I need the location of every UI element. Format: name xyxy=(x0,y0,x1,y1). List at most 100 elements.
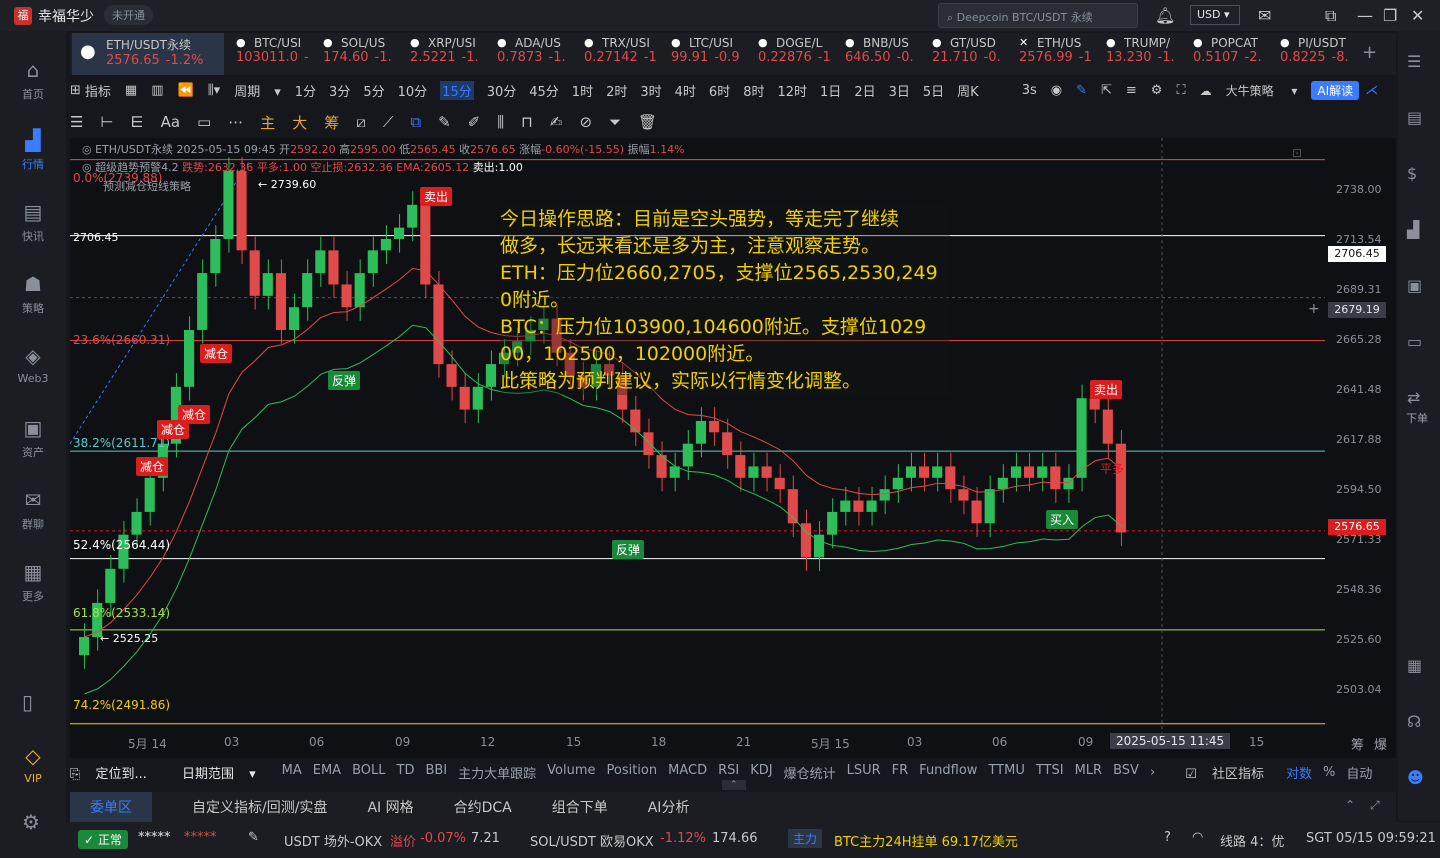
interval-13[interactable]: 8时 xyxy=(743,81,764,100)
indicator-item[interactable]: MLR xyxy=(1075,763,1103,782)
symbol-tab[interactable]: ✕ ETH/US 2576.99 -1 xyxy=(1015,33,1097,75)
chips-axis-label[interactable]: 筹 xyxy=(1351,734,1364,753)
reduce-signal[interactable]: 减仓 xyxy=(200,344,233,363)
interval-16[interactable]: 2日 xyxy=(854,81,875,100)
status-badge[interactable]: 未开通 xyxy=(104,5,153,25)
indicator-item[interactable]: EMA xyxy=(313,763,341,782)
sidebar-item-1[interactable]: ⌂ 首页 xyxy=(0,58,66,102)
list-icon[interactable]: ☰ xyxy=(1407,52,1421,71)
filter-icon[interactable]: ⏷ xyxy=(609,113,621,131)
interval-5[interactable]: 15分 xyxy=(440,80,474,100)
indicator-item[interactable]: KDJ xyxy=(750,763,772,782)
search-input[interactable]: ⌕ Deepcoin BTC/USDT 永续 xyxy=(938,3,1138,28)
sidebar-item-9[interactable]: ◇ VIP xyxy=(0,744,66,785)
panel-tab[interactable]: 自定义指标/回测/实盘 xyxy=(192,797,327,817)
chips-toggle[interactable]: 筹 xyxy=(324,112,339,133)
edit-icon[interactable]: ✍ xyxy=(550,113,563,131)
pen-icon[interactable]: ✎ xyxy=(438,113,451,131)
symbol-tab[interactable]: ● BNB/US 646.50 -0. xyxy=(841,33,923,75)
sell-signal[interactable]: 卖出 xyxy=(1090,380,1123,399)
indicator-item[interactable]: Volume xyxy=(547,763,595,782)
indicator-item[interactable]: Fundflow xyxy=(919,763,977,782)
indicator-item[interactable]: LSUR xyxy=(847,763,881,782)
marker-icon[interactable]: ✐ xyxy=(468,113,481,131)
chevron-up-icon[interactable]: ⌃ xyxy=(1345,798,1355,812)
indicator-item[interactable]: Position xyxy=(607,763,658,782)
share-chart-icon[interactable]: ⇱ xyxy=(1101,83,1112,98)
more-icon[interactable]: ⋯ xyxy=(228,113,243,131)
eye-icon[interactable]: ◎ xyxy=(82,143,95,156)
period-button[interactable]: 周期 ▾ xyxy=(234,81,281,100)
interval-9[interactable]: 2时 xyxy=(606,81,627,100)
chevron-right-icon[interactable]: › xyxy=(1150,765,1155,780)
copy-icon[interactable]: ⧉ xyxy=(410,113,421,131)
order-icon[interactable]: ⇄ xyxy=(1407,388,1420,407)
symbol-tab[interactable]: ● PI/USDT 0.8225 -8. xyxy=(1276,33,1358,75)
document-icon[interactable]: ▤ xyxy=(1407,108,1422,127)
signal-icon[interactable]: ▟ xyxy=(1407,220,1419,239)
ticker2-name[interactable]: SOL/USDT 欧易OKX xyxy=(530,831,654,850)
bell-icon[interactable]: 🔔︎ xyxy=(1155,6,1175,25)
interval-3[interactable]: 5分 xyxy=(363,81,384,100)
expand-icon[interactable]: ⤢ xyxy=(1370,798,1380,813)
phone-icon[interactable]: ▯ xyxy=(22,690,33,714)
indicator-icon[interactable]: ⊞ xyxy=(70,83,81,98)
lines-icon[interactable]: ≡ xyxy=(1126,83,1137,98)
indicator-item[interactable]: BSV xyxy=(1113,763,1139,782)
brush-icon[interactable]: ⟋ xyxy=(383,113,394,131)
draw-icon[interactable]: ✎ xyxy=(1076,83,1087,98)
ticker1-name[interactable]: USDT 场外-OKX xyxy=(284,831,382,850)
text-icon[interactable]: Aa xyxy=(161,113,180,131)
magnet-icon[interactable]: ⊘ xyxy=(579,113,592,131)
auto-toggle[interactable]: 自动 xyxy=(1346,763,1372,782)
settings-icon[interactable]: ⚙ xyxy=(1151,83,1163,98)
bot-icon[interactable]: ☻ xyxy=(1407,768,1424,787)
card-icon[interactable]: ▭ xyxy=(1407,332,1422,351)
symbol-tab[interactable]: ● GT/USD 21.710 -0. xyxy=(928,33,1010,75)
sidebar-item-8[interactable]: ▦ 更多 xyxy=(0,560,66,604)
resize-handle-icon[interactable]: ⌃ xyxy=(722,780,746,790)
layout-icon[interactable]: ▦ xyxy=(1407,656,1422,675)
symbol-tab[interactable]: ● ADA/US 0.7873 -1. xyxy=(493,33,575,75)
indicator-item[interactable]: 爆仓统计 xyxy=(784,763,836,782)
balance-masked[interactable]: ***** xyxy=(184,830,217,845)
symbol-tab[interactable]: ● ETH/USDT永续 2576.65 -1.2% xyxy=(72,33,224,75)
add-tab-icon[interactable]: + xyxy=(1362,42,1377,63)
collapse-icon[interactable]: ⊡ xyxy=(1292,146,1302,160)
scale-icon[interactable]: ⧄ xyxy=(356,113,366,131)
interval-11[interactable]: 4时 xyxy=(675,81,696,100)
interval-2[interactable]: 3分 xyxy=(329,81,350,100)
reduce-signal[interactable]: 减仓 xyxy=(136,457,169,476)
headset-icon[interactable]: ☊ xyxy=(1407,712,1421,731)
seconds-label[interactable]: 3s xyxy=(1022,83,1037,98)
lock-icon[interactable]: ⊓ xyxy=(521,113,533,131)
interval-17[interactable]: 3日 xyxy=(889,81,910,100)
interval-12[interactable]: 6时 xyxy=(709,81,730,100)
buy-signal[interactable]: 买入 xyxy=(1046,510,1079,529)
panel-tab[interactable]: 委单区 xyxy=(70,792,152,822)
symbol-tab[interactable]: ● SOL/US 174.60 -1. xyxy=(319,33,401,75)
layout-grid-icon[interactable]: ▥ xyxy=(151,83,163,98)
indicator-item[interactable]: FR xyxy=(892,763,909,782)
sidebar-item-4[interactable]: ☗ 策略 xyxy=(0,272,66,316)
interval-18[interactable]: 5日 xyxy=(923,81,944,100)
interval-6[interactable]: 30分 xyxy=(487,81,517,100)
symbol-tab[interactable]: ● DOGE/L 0.22876 -1 xyxy=(754,33,836,75)
indicator-item[interactable]: TTSI xyxy=(1036,763,1064,782)
minimize-icon[interactable]: — xyxy=(1357,6,1373,25)
strategy-select[interactable]: ☁ 大牛策略 ▾ xyxy=(1200,82,1298,99)
interval-15[interactable]: 1日 xyxy=(820,81,841,100)
big-toggle[interactable]: 大 xyxy=(292,112,307,133)
liquidation-axis-label[interactable]: 爆 xyxy=(1374,734,1387,753)
hline-icon[interactable]: ⊢ xyxy=(100,113,113,131)
interval-7[interactable]: 45分 xyxy=(529,81,559,100)
calendar-icon[interactable]: ▦ xyxy=(125,83,137,98)
indicator-item[interactable]: TTMU xyxy=(988,763,1024,782)
mail-icon[interactable]: ✉ xyxy=(1258,6,1271,25)
interval-14[interactable]: 12时 xyxy=(777,81,807,100)
rebound-signal[interactable]: 反弹 xyxy=(612,540,645,559)
network-line[interactable]: 线路 4：优 xyxy=(1220,831,1284,850)
percent-toggle[interactable]: % xyxy=(1323,765,1335,780)
symbol-tab[interactable]: ● XRP/USI 2.5221 -1. xyxy=(406,33,488,75)
panel-tab[interactable]: AI 网格 xyxy=(367,797,413,817)
